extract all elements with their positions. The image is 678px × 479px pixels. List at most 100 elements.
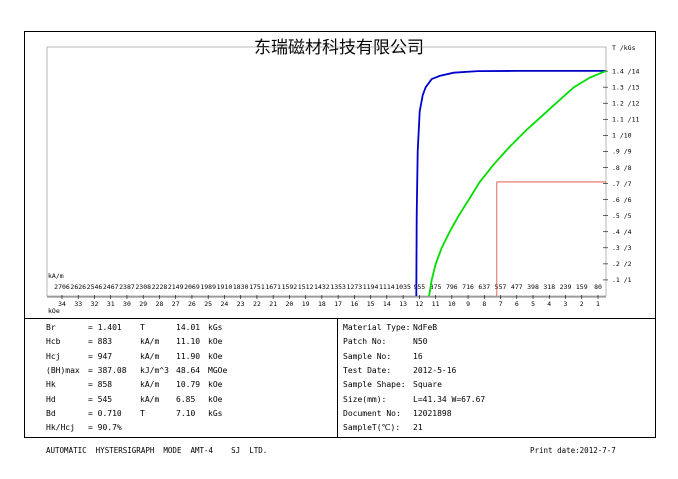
param-value2: 11.90 xyxy=(176,351,201,361)
param-unit2: kOe xyxy=(208,394,223,404)
info-value: NdFeB xyxy=(413,323,438,332)
param-label: Hk xyxy=(46,380,56,390)
x-tick-label-kam: 1512 xyxy=(298,283,314,291)
y-axis-unit-label: T /kGs xyxy=(612,44,636,52)
x-tick-label-koe: 25 xyxy=(204,300,212,308)
x-tick-label-kam: 2546 xyxy=(87,283,103,291)
curves xyxy=(415,70,607,297)
param-label: Bd xyxy=(46,408,56,418)
info-label: Test Date: xyxy=(343,365,392,375)
x-tick-label-kam: 1989 xyxy=(200,283,216,291)
x-tick-label-koe: 11 xyxy=(432,300,440,308)
working-point-lines xyxy=(496,181,606,296)
x-tick-label-kam: 1592 xyxy=(282,283,298,291)
series-line-0 xyxy=(415,70,606,297)
param-value2: 14.01 xyxy=(176,323,201,332)
x-tick-label-koe: 18 xyxy=(318,300,326,308)
x-tick-label-koe: 13 xyxy=(399,300,407,308)
x-tick-label-kam: 2387 xyxy=(119,283,135,291)
param-label: Hcb xyxy=(46,337,61,347)
info-value: 2012-5-16 xyxy=(413,365,457,375)
x-tick-label-kam: 1910 xyxy=(217,283,233,291)
column-divider xyxy=(337,318,338,438)
param-unit2: MGOe xyxy=(208,365,228,375)
x-tick-label-koe: 32 xyxy=(91,300,99,308)
param-unit: kA/m xyxy=(140,351,160,361)
info-value: Square xyxy=(413,380,442,390)
x-tick-label-kam: 1035 xyxy=(395,283,411,291)
y-tick-label: .4 /4 xyxy=(612,228,632,236)
y-tick-label: .6 /6 xyxy=(612,196,632,204)
x-tick-label-kam: 2308 xyxy=(135,283,151,291)
param-label: Hk/Hcj xyxy=(46,423,75,433)
param-unit2: kGs xyxy=(208,408,223,418)
section-divider xyxy=(24,318,656,319)
param-value: = 858 xyxy=(88,380,113,390)
x-tick-label-koe: 28 xyxy=(156,300,164,308)
x-tick-label-kam: 398 xyxy=(527,283,539,291)
param-unit2: kOe xyxy=(208,351,223,361)
x-tick-label-koe: 20 xyxy=(285,300,293,308)
x-tick-label-koe: 9 xyxy=(466,300,470,308)
info-value: 16 xyxy=(413,351,423,361)
param-unit2: kGs xyxy=(208,323,223,332)
x-tick-label-kam: 239 xyxy=(560,283,572,291)
y-tick-label: 1 /10 xyxy=(612,132,632,140)
info-label: Size(mm): xyxy=(343,394,387,404)
x-tick-label-koe: 22 xyxy=(253,300,261,308)
info-value: L=41.34 W=67.67 xyxy=(413,394,486,404)
param-unit: kJ/m^3 xyxy=(140,365,169,375)
x-tick-label-koe: 29 xyxy=(139,300,147,308)
info-value: N50 xyxy=(413,337,428,347)
plot-area xyxy=(46,46,607,297)
x-tick-label-kam: 1353 xyxy=(330,283,346,291)
y-tick-label: 1.4 /14 xyxy=(612,67,639,75)
y-tick-label: .5 /5 xyxy=(612,212,632,220)
param-value2: 48.64 xyxy=(176,365,201,375)
x-tick-label-koe: 14 xyxy=(383,300,391,308)
x-tick-label-koe: 16 xyxy=(350,300,358,308)
x-tick-label-koe: 17 xyxy=(334,300,342,308)
param-value: = 883 xyxy=(88,337,113,347)
info-label: Sample Shape: xyxy=(343,380,406,390)
param-value2: 10.79 xyxy=(176,380,201,390)
x-tick-label-koe: 12 xyxy=(415,300,423,308)
y-tick-label: .9 /9 xyxy=(612,148,632,156)
x-axis-ticks-koe: 34 33 32 31 30 29 28 27 26 25 24 23 22 21 20 19 18 17 16 15… xyxy=(47,295,606,308)
x-tick-label-kam: 2228 xyxy=(152,283,168,291)
param-label: (BH)max xyxy=(46,365,80,375)
param-value: = 387.08 xyxy=(88,365,127,375)
param-unit2: kOe xyxy=(208,380,223,390)
param-unit: T xyxy=(140,408,145,418)
x-tick-label-koe: 10 xyxy=(448,300,456,308)
x-tick-label-koe: 5 xyxy=(531,300,535,308)
x-axis-unit-label-kam: kA/m xyxy=(48,272,64,280)
x-tick-label-koe: 1 xyxy=(596,300,600,308)
x-tick-label-kam: 2069 xyxy=(184,283,200,291)
x-tick-label-kam: 80 xyxy=(594,283,602,291)
param-label: Hd xyxy=(46,394,56,404)
x-tick-label-kam: 2149 xyxy=(168,283,184,291)
demagnetization-chart: .1 /1 .2 /2 .3 /3 .4 /4 .5 /5 .6 /6 .7 /7 .8 /8… xyxy=(46,44,639,315)
info-label: Patch No: xyxy=(343,337,387,347)
x-tick-label-kam: 1194 xyxy=(363,283,379,291)
footer-print-date: Print date:2012-7-7 xyxy=(530,446,616,455)
y-tick-label: .1 /1 xyxy=(612,276,632,284)
x-axis-ticks-kam: 2706 2626 2546 2467 2387 2308 2228 2149 2069 1989… xyxy=(54,283,602,291)
param-unit: T xyxy=(140,323,145,332)
x-tick-label-koe: 19 xyxy=(302,300,310,308)
info-label: Sample No: xyxy=(343,351,392,361)
x-tick-label-kam: 1432 xyxy=(314,283,330,291)
param-value: = 1.401 xyxy=(88,323,122,332)
x-tick-label-koe: 31 xyxy=(107,300,115,308)
info-label: Document No: xyxy=(343,408,401,418)
x-tick-label-kam: 1751 xyxy=(249,283,265,291)
x-tick-label-kam: 2467 xyxy=(103,283,119,291)
param-value2: 7.10 xyxy=(176,408,196,418)
x-tick-label-kam: 1671 xyxy=(265,283,281,291)
info-value: 12021898 xyxy=(413,408,452,418)
x-tick-label-kam: 1273 xyxy=(347,283,363,291)
info-label: SampleT(℃): xyxy=(343,423,401,433)
param-unit: kA/m xyxy=(140,337,160,347)
x-tick-label-koe: 33 xyxy=(74,300,82,308)
